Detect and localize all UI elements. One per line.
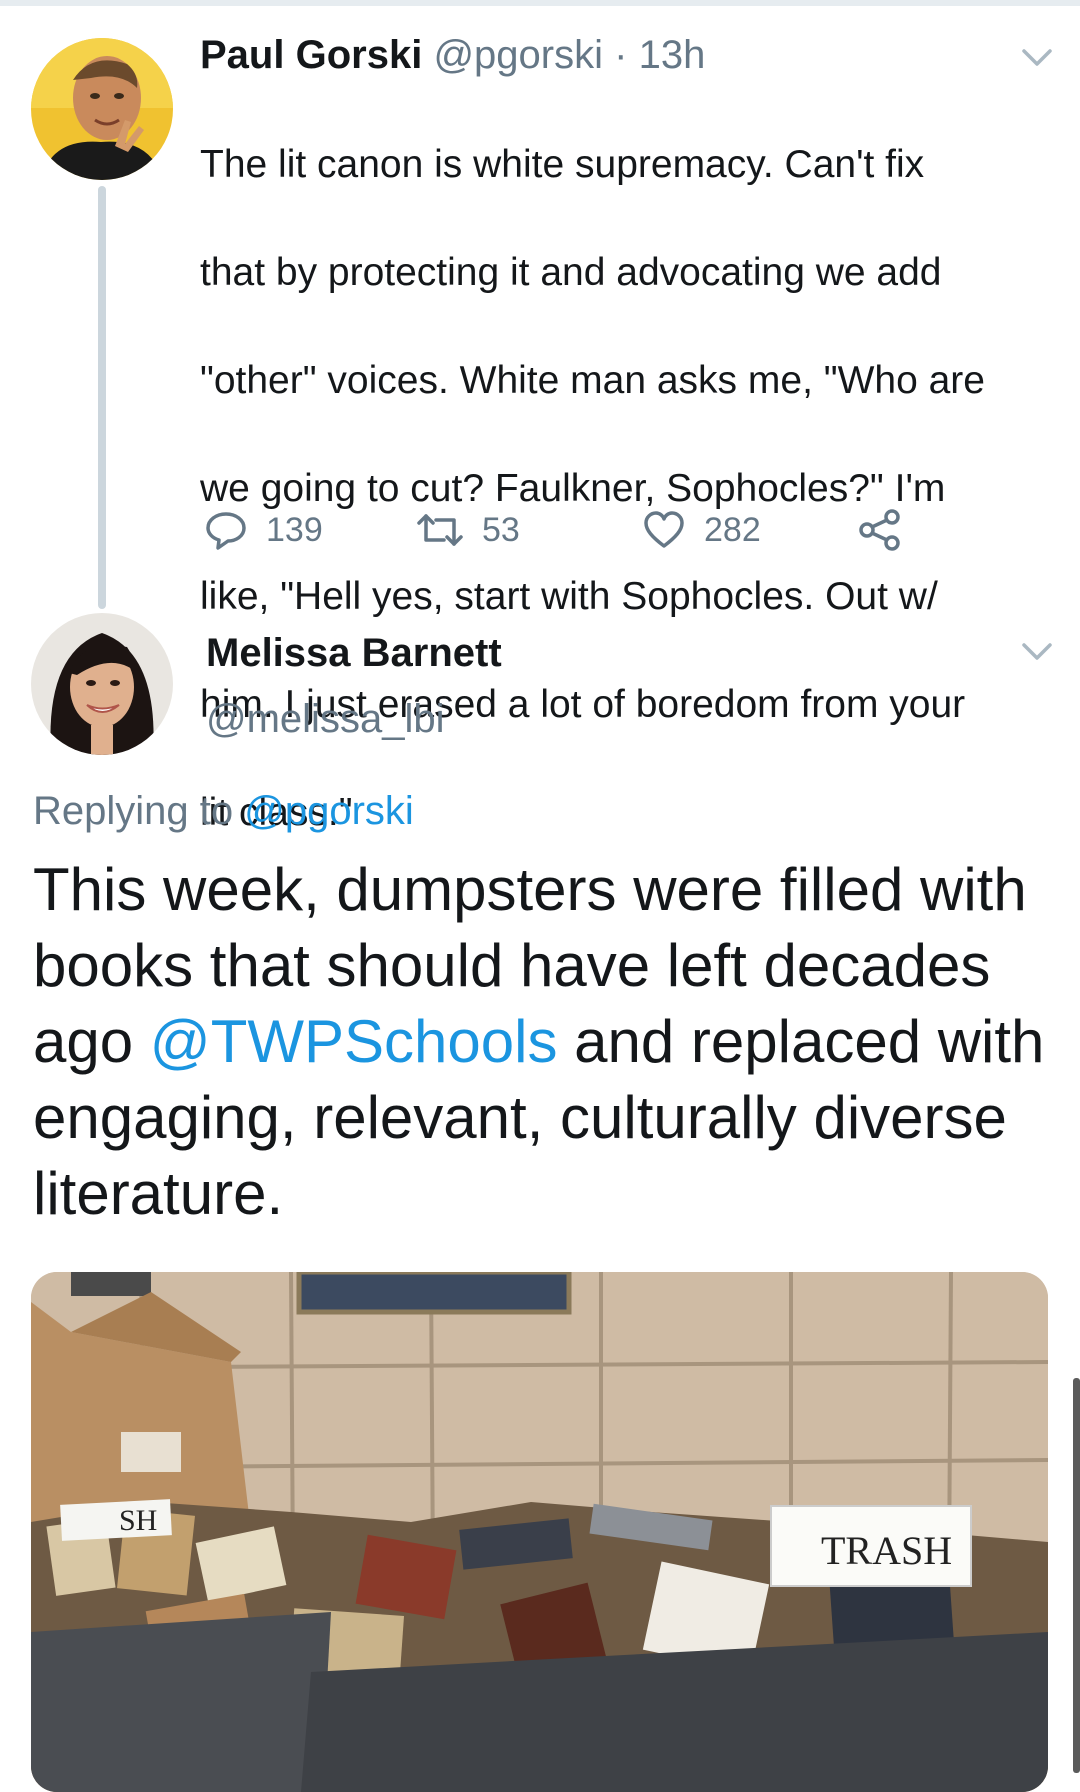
chevron-down-icon[interactable] bbox=[1020, 640, 1054, 664]
retweet-button[interactable]: 53 bbox=[416, 506, 520, 554]
retweet-icon bbox=[417, 514, 463, 546]
share-icon bbox=[859, 509, 900, 551]
sign-trash: TRASH bbox=[821, 1528, 952, 1573]
replying-to-label: Replying to bbox=[33, 789, 234, 833]
avatar-paul-gorski[interactable] bbox=[31, 38, 173, 180]
chevron-down-icon[interactable] bbox=[1020, 46, 1054, 70]
tweet1-handle[interactable]: @pgorski bbox=[433, 33, 603, 77]
avatar-image bbox=[31, 613, 173, 755]
tweet1-text-line: "other" voices. White man asks me, "Who … bbox=[200, 359, 985, 402]
sign-left: SH bbox=[119, 1504, 157, 1537]
replying-to: Replying to @pgorski bbox=[33, 786, 414, 836]
avatar-image bbox=[31, 38, 173, 180]
tweet1-text-line: like, "Hell yes, start with Sophocles. O… bbox=[200, 575, 938, 618]
tweet2-text: This week, dumpsters were filled with bo… bbox=[33, 852, 1053, 1232]
replying-to-handle[interactable]: @pgorski bbox=[244, 789, 414, 833]
reply-icon bbox=[206, 512, 246, 550]
thread-line bbox=[98, 186, 106, 609]
tweet1-time[interactable]: 13h bbox=[639, 33, 706, 77]
tweet1-separator: · bbox=[614, 33, 628, 77]
tweet2-author-name[interactable]: Melissa Barnett bbox=[206, 628, 502, 678]
tweet1-header: Paul Gorski @pgorski · 13h bbox=[200, 30, 705, 80]
like-count: 282 bbox=[704, 510, 761, 549]
tweet1-text-line: that by protecting it and advocating we … bbox=[200, 251, 942, 294]
scrollbar[interactable] bbox=[1073, 1378, 1080, 1773]
heart-icon bbox=[644, 511, 684, 548]
reply-count: 139 bbox=[266, 510, 323, 549]
avatar-melissa-barnett[interactable] bbox=[31, 613, 173, 755]
mention-link[interactable]: @TWPSchools bbox=[150, 1008, 558, 1075]
share-button[interactable] bbox=[858, 506, 920, 554]
like-button[interactable]: 282 bbox=[642, 506, 761, 554]
retweet-count: 53 bbox=[482, 510, 520, 549]
photo-dumpster-books: SH TRASH bbox=[31, 1272, 1048, 1792]
top-divider bbox=[0, 0, 1080, 6]
tweet2-handle[interactable]: @melissa_lbi bbox=[206, 694, 444, 744]
tweet1-text: The lit canon is white supremacy. Can't … bbox=[200, 84, 1040, 894]
tweet2-media-photo[interactable]: SH TRASH bbox=[31, 1272, 1048, 1792]
tweet1-actions: 139 53 282 bbox=[200, 506, 960, 554]
reply-button[interactable]: 139 bbox=[204, 506, 323, 554]
tweet1-author-name[interactable]: Paul Gorski bbox=[200, 33, 422, 77]
tweet1-text-line: The lit canon is white supremacy. Can't … bbox=[200, 143, 925, 186]
